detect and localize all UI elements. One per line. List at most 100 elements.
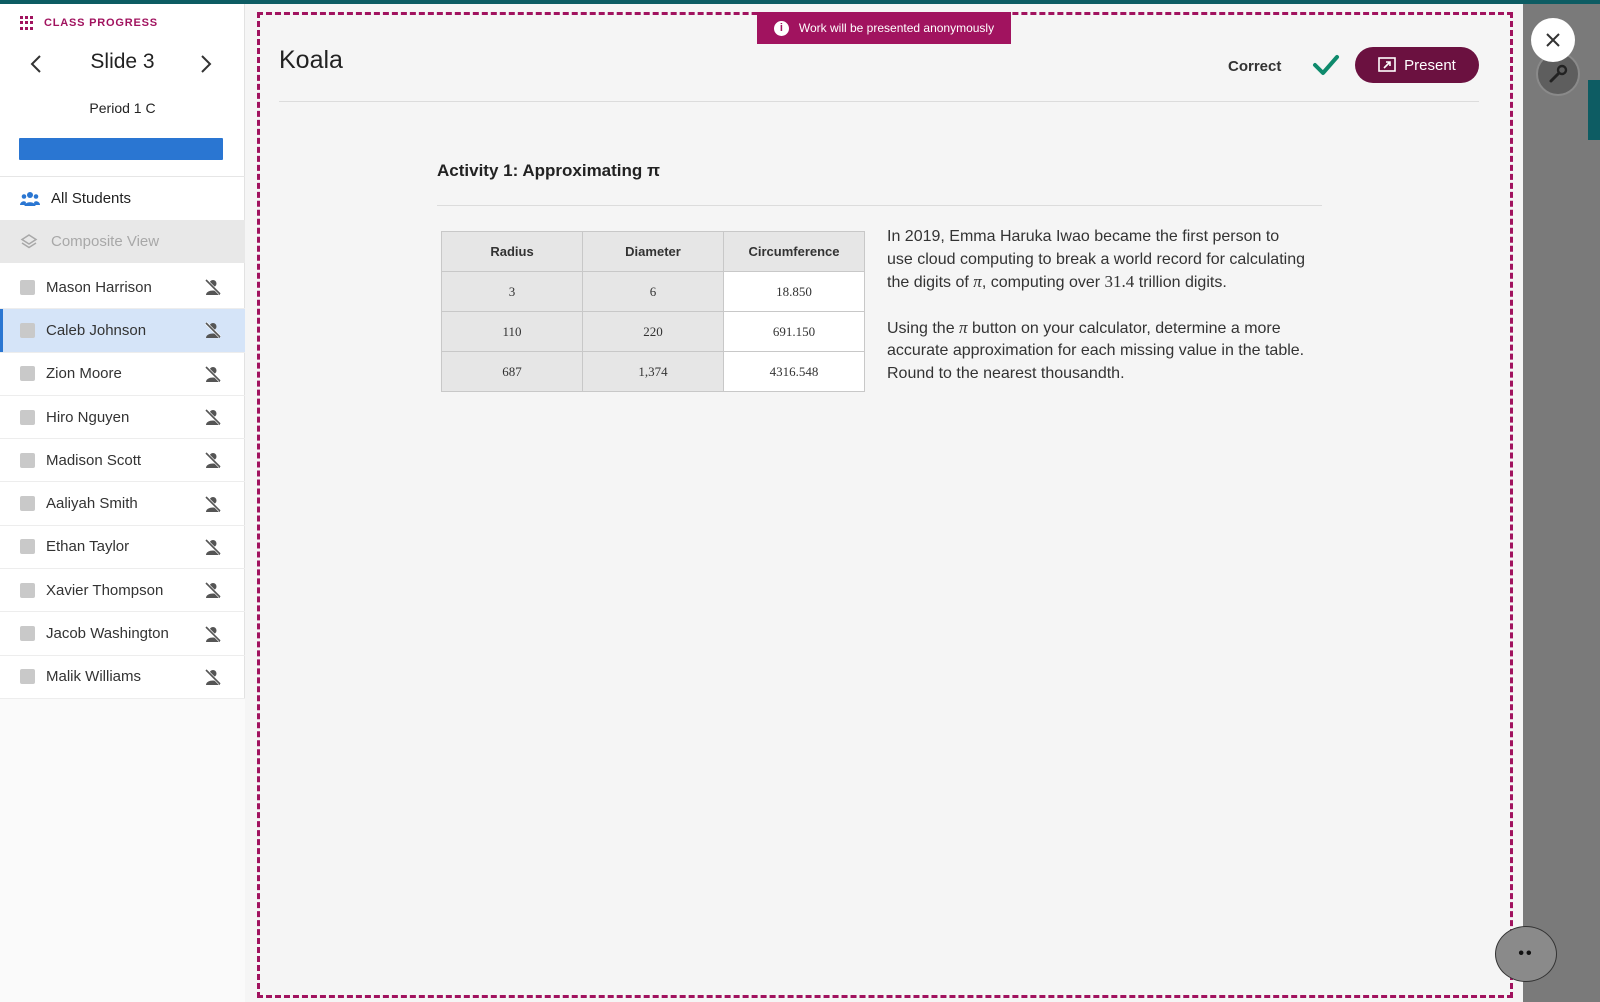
table-cell: 687 bbox=[441, 351, 583, 392]
table-header-row: Radius Diameter Circumference bbox=[441, 231, 865, 272]
close-button[interactable] bbox=[1531, 18, 1575, 62]
table-cell: 110 bbox=[441, 311, 583, 352]
student-row[interactable]: Caleb Johnson bbox=[0, 309, 245, 353]
student-name: Zion Moore bbox=[46, 365, 122, 383]
student-row[interactable]: Hiro Nguyen bbox=[0, 396, 245, 440]
info-icon: i bbox=[773, 20, 789, 36]
class-progress-sidebar: CLASS PROGRESS Slide 3 Period 1 C All St… bbox=[0, 4, 245, 1002]
student-row[interactable]: Zion Moore bbox=[0, 353, 245, 396]
eye-off-icon bbox=[204, 582, 222, 599]
eye-off-icon bbox=[204, 452, 222, 469]
eye-off-icon bbox=[204, 365, 222, 382]
description-paragraph-2: Using the π button on your calculator, d… bbox=[887, 317, 1305, 382]
class-progress-header: CLASS PROGRESS bbox=[20, 16, 158, 30]
all-students-label: All Students bbox=[51, 190, 132, 207]
eye-off-icon bbox=[204, 322, 222, 339]
student-checkbox[interactable] bbox=[20, 496, 35, 512]
grid-icon bbox=[20, 16, 34, 30]
anonymous-banner: i Work will be presented anonymously bbox=[757, 12, 1011, 44]
eye-off-icon bbox=[204, 668, 222, 685]
more-options-button[interactable]: •• bbox=[1495, 926, 1557, 982]
student-name: Ethan Taylor bbox=[46, 538, 130, 556]
student-checkbox[interactable] bbox=[20, 539, 35, 555]
background-overlay bbox=[1523, 4, 1600, 1002]
wrench-icon bbox=[1549, 64, 1568, 83]
activity-description: In 2019, Emma Haruka Iwao became the fir… bbox=[887, 226, 1307, 407]
student-name: Xavier Thompson bbox=[46, 581, 164, 599]
table-cell: 1,374 bbox=[582, 351, 724, 392]
student-checkbox[interactable] bbox=[20, 626, 35, 642]
present-button[interactable]: Present bbox=[1355, 47, 1479, 83]
slide-title: Slide 3 bbox=[90, 50, 155, 73]
class-progress-label: CLASS PROGRESS bbox=[44, 17, 158, 29]
people-icon bbox=[20, 191, 40, 206]
pi-symbol: π bbox=[959, 317, 968, 337]
student-row[interactable]: Aaliyah Smith bbox=[0, 482, 245, 526]
student-checkbox[interactable] bbox=[20, 279, 35, 295]
student-alias-title: Koala bbox=[279, 46, 343, 74]
all-students-item[interactable]: All Students bbox=[0, 177, 245, 220]
student-name: Malik Williams bbox=[46, 668, 141, 686]
circumference-input-cell[interactable]: 691.150 bbox=[723, 311, 865, 352]
table-row: 687 1,374 4316.548 bbox=[441, 351, 865, 392]
table-cell: 220 bbox=[582, 311, 724, 352]
close-icon bbox=[1546, 33, 1560, 47]
eye-off-icon bbox=[204, 495, 222, 512]
student-checkbox[interactable] bbox=[20, 582, 35, 598]
student-row[interactable]: Ethan Taylor bbox=[0, 526, 245, 570]
student-checkbox[interactable] bbox=[20, 409, 35, 425]
pi-data-table: Radius Diameter Circumference 3 6 18.850… bbox=[441, 231, 865, 392]
student-name: Caleb Johnson bbox=[46, 321, 147, 339]
eye-off-icon bbox=[204, 279, 222, 296]
student-work-panel: i Work will be presented anonymously Koa… bbox=[245, 4, 1523, 1002]
student-checkbox[interactable] bbox=[20, 669, 35, 685]
student-name: Hiro Nguyen bbox=[46, 408, 130, 426]
student-row[interactable]: Malik Williams bbox=[0, 656, 245, 699]
header-circumference: Circumference bbox=[723, 231, 865, 272]
slide-navigator: Slide 3 bbox=[0, 44, 245, 84]
eye-off-icon bbox=[204, 538, 222, 555]
header-divider bbox=[279, 101, 1479, 102]
circumference-input-cell[interactable]: 4316.548 bbox=[723, 351, 865, 392]
circumference-input-cell[interactable]: 18.850 bbox=[723, 271, 865, 312]
check-icon bbox=[1313, 55, 1339, 75]
present-icon bbox=[1378, 57, 1396, 72]
period-label: Period 1 C bbox=[89, 100, 156, 116]
activity-title: Activity 1: Approximating π bbox=[437, 161, 661, 180]
student-checkbox[interactable] bbox=[20, 366, 35, 382]
student-row[interactable]: Madison Scott bbox=[0, 439, 245, 483]
class-progress-bar bbox=[19, 138, 223, 160]
header-radius: Radius bbox=[441, 231, 583, 272]
composite-view-item: Composite View bbox=[0, 220, 245, 263]
description-paragraph-1: In 2019, Emma Haruka Iwao became the fir… bbox=[887, 228, 1305, 291]
table-row: 3 6 18.850 bbox=[441, 271, 865, 312]
student-list: Mason Harrison Caleb Johnson Zion Moore Hir… bbox=[0, 266, 245, 699]
correct-label: Correct bbox=[1228, 58, 1282, 75]
student-row[interactable]: Jacob Washington bbox=[0, 612, 245, 656]
eye-off-icon bbox=[204, 408, 222, 426]
composite-view-label: Composite View bbox=[51, 233, 160, 250]
digits-count: 31.4 bbox=[1104, 272, 1135, 291]
background-edge bbox=[1588, 80, 1600, 140]
student-name: Madison Scott bbox=[46, 451, 142, 469]
sidebar-empty-area bbox=[0, 699, 245, 1002]
student-row[interactable]: Xavier Thompson bbox=[0, 569, 245, 613]
table-cell: 3 bbox=[441, 271, 583, 312]
header-diameter: Diameter bbox=[582, 231, 724, 272]
student-name: Aaliyah Smith bbox=[46, 495, 138, 513]
student-checkbox[interactable] bbox=[20, 452, 35, 468]
student-checkbox[interactable] bbox=[20, 322, 35, 338]
eye-off-icon bbox=[204, 625, 222, 642]
anonymous-banner-text: Work will be presented anonymously bbox=[798, 21, 995, 35]
activity-divider bbox=[437, 205, 1322, 206]
pi-symbol: π bbox=[973, 272, 982, 291]
table-row: 110 220 691.150 bbox=[441, 311, 865, 352]
presentation-frame bbox=[257, 12, 1513, 998]
layers-icon bbox=[20, 233, 38, 248]
table-cell: 6 bbox=[582, 271, 724, 312]
chevron-right-icon[interactable] bbox=[193, 52, 217, 76]
student-row[interactable]: Mason Harrison bbox=[0, 266, 245, 310]
student-name: Jacob Washington bbox=[46, 625, 169, 643]
chevron-left-icon[interactable] bbox=[25, 52, 49, 76]
present-label: Present bbox=[1404, 56, 1456, 74]
